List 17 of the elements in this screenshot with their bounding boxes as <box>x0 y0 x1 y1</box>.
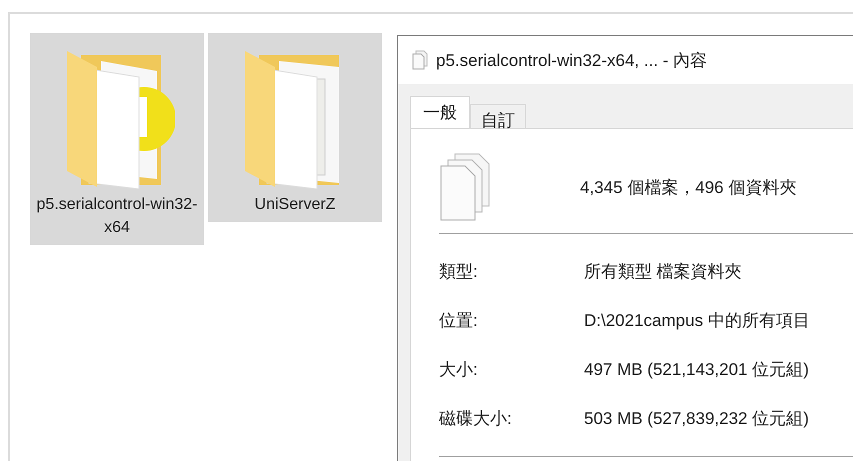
property-value: 所有類型 檔案資料夾 <box>584 261 743 283</box>
property-label: 位置: <box>439 310 479 332</box>
folder-name: UniServerZ <box>254 195 336 215</box>
tab[interactable]: 自訂 <box>470 104 526 128</box>
property-value: 503 MB (527,839,232 位元組) <box>584 408 810 430</box>
property-label: 大小: <box>439 359 479 381</box>
folder-name: p5.serialcontrol-win32-x64 <box>36 195 198 238</box>
property-label: 磁碟大小: <box>439 408 513 430</box>
window-title: p5.serialcontrol-win32-x64, ... - 內容 <box>436 50 708 72</box>
folder-item[interactable]: p5.serialcontrol-win32-x64 <box>30 33 204 245</box>
folder-item[interactable]: UniServerZ <box>208 33 382 222</box>
files-icon <box>412 50 428 70</box>
property-label: 類型: <box>439 261 479 283</box>
summary-text: 4,345 個檔案，496 個資料夾 <box>580 176 796 198</box>
property-value: 497 MB (521,143,201 位元組) <box>584 359 810 381</box>
property-value: D:\2021campus 中的所有項目 <box>584 310 811 332</box>
tab[interactable]: 一般 <box>410 96 470 128</box>
